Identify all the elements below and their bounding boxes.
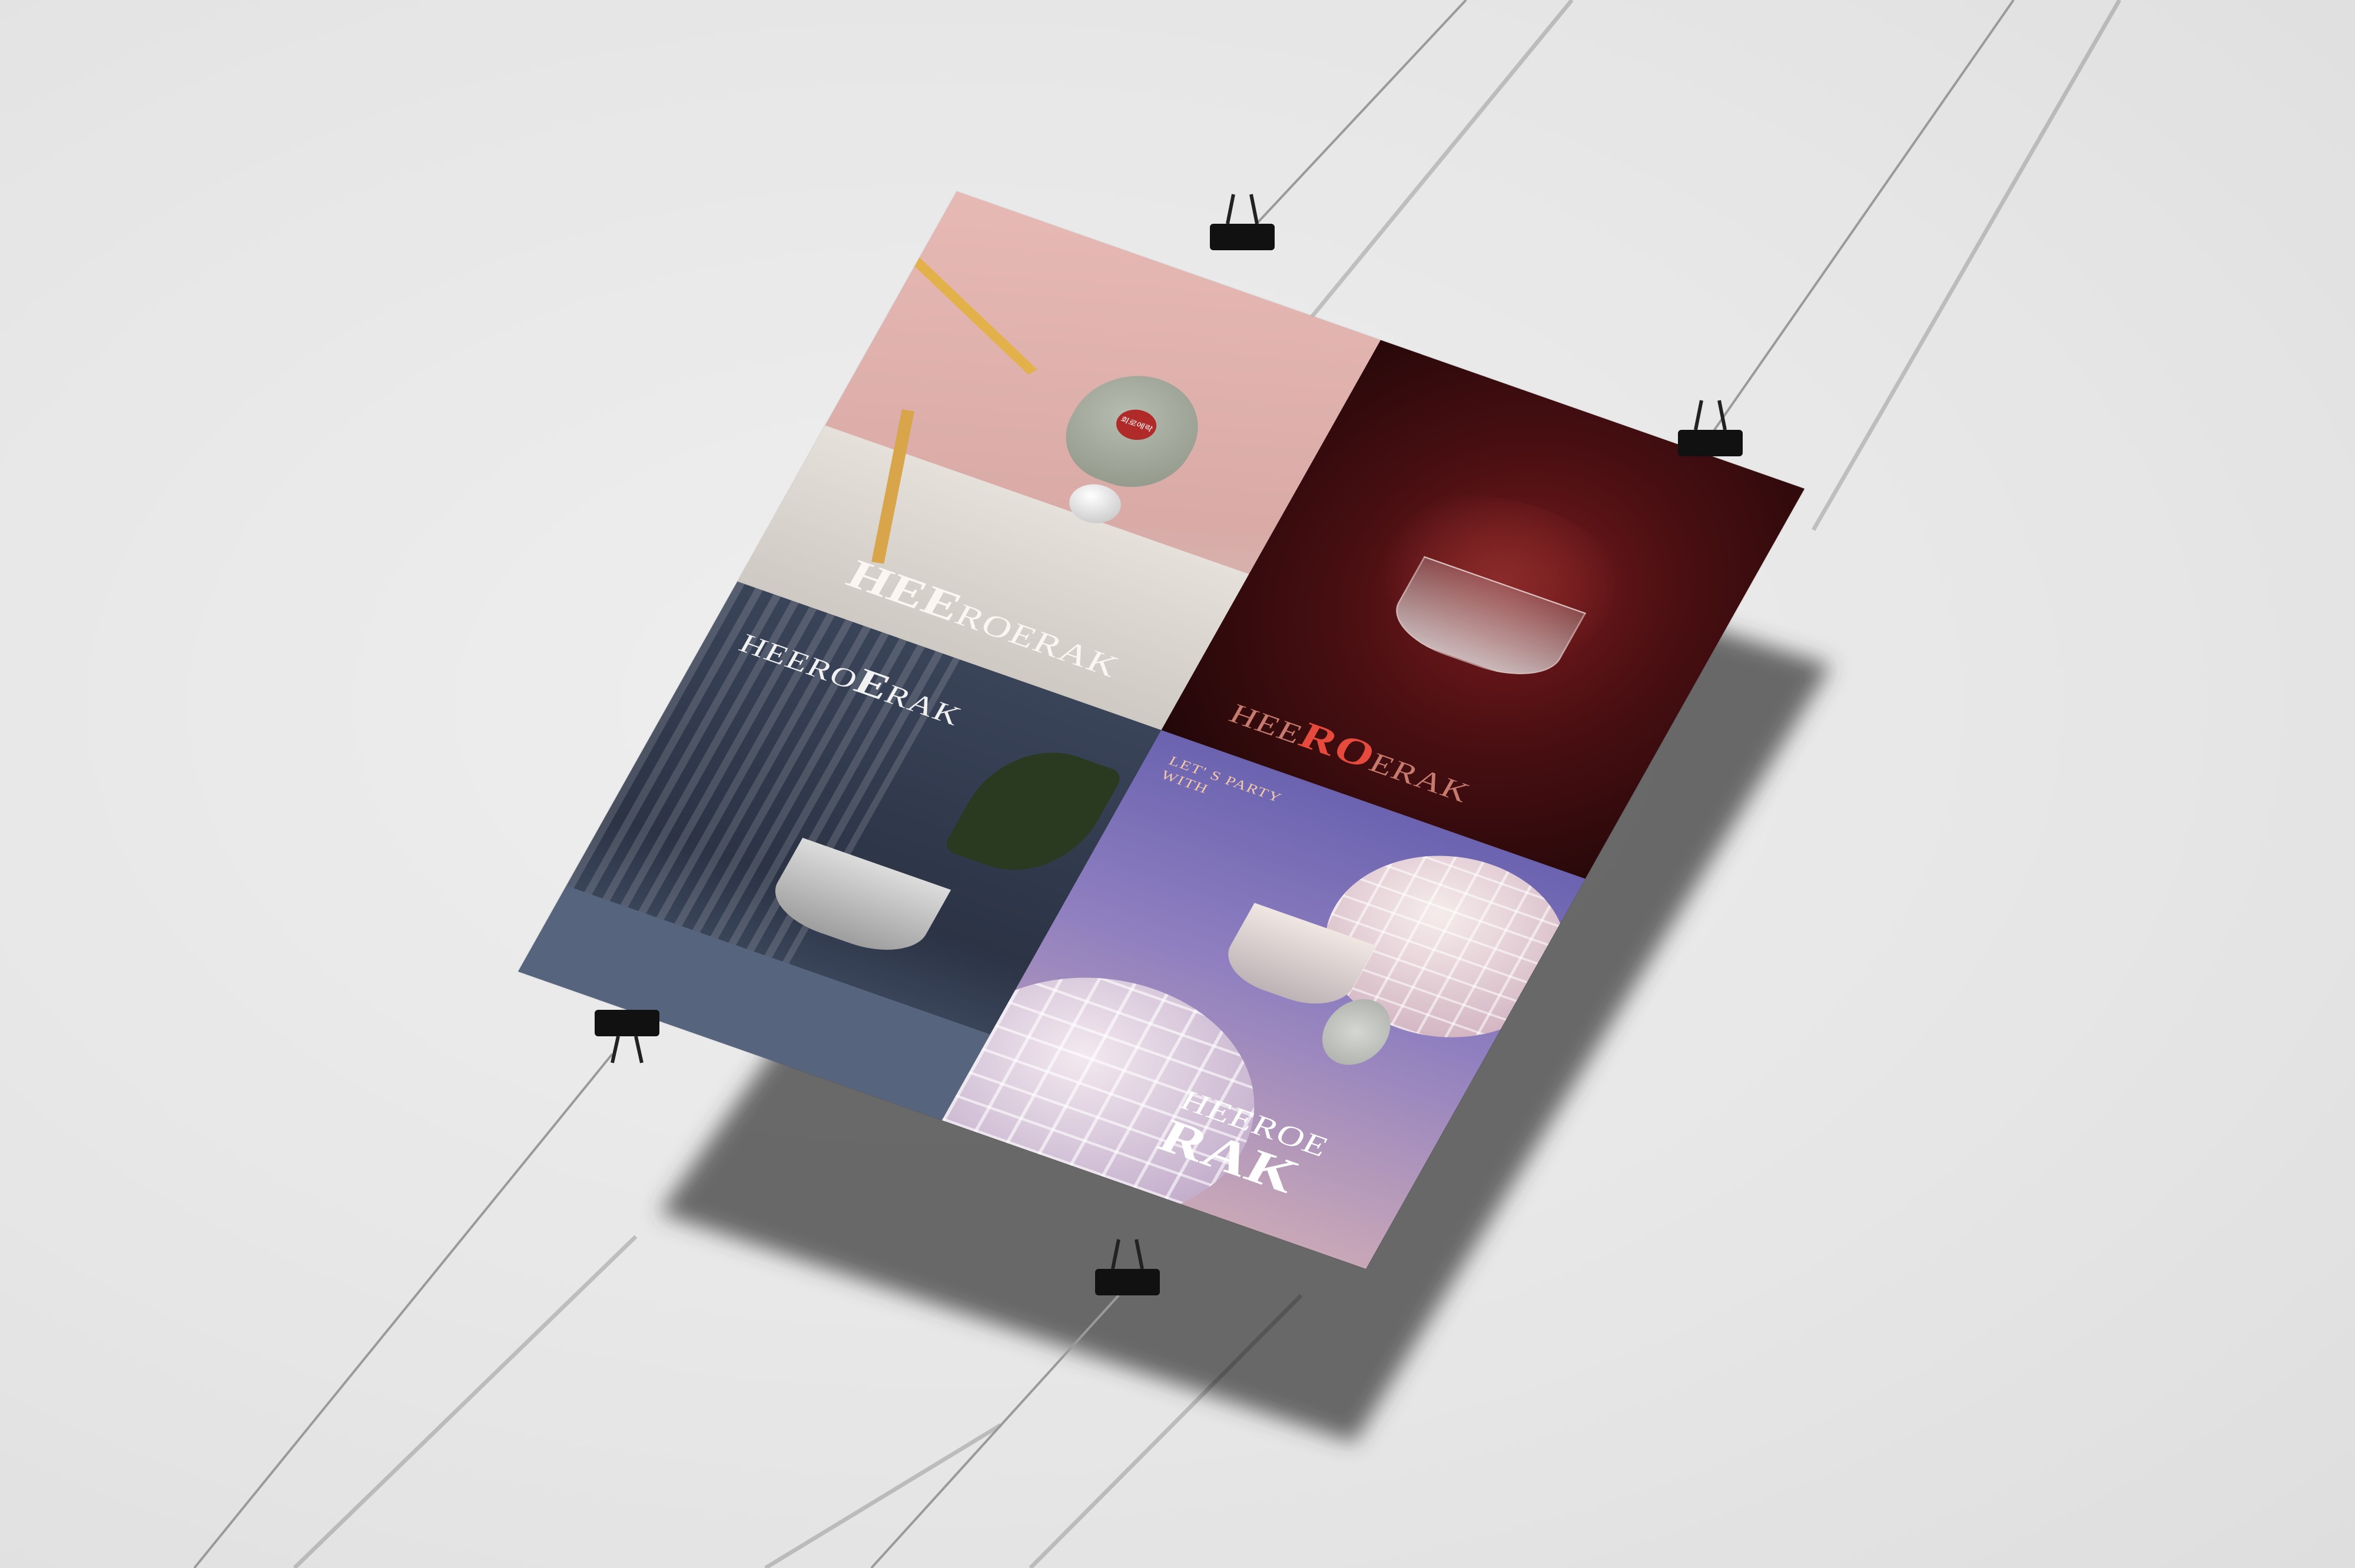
binder-clip-icon bbox=[595, 1010, 659, 1063]
binder-clips bbox=[595, 194, 1743, 1295]
binder-clip-icon bbox=[1210, 194, 1275, 250]
photo-scene: 회로에락 HEEROERAK HEEROERAK HEEROERAK LET' … bbox=[0, 0, 2355, 1568]
binder-clip-icon bbox=[1095, 1239, 1160, 1295]
binder-clip-icon bbox=[1678, 400, 1743, 456]
